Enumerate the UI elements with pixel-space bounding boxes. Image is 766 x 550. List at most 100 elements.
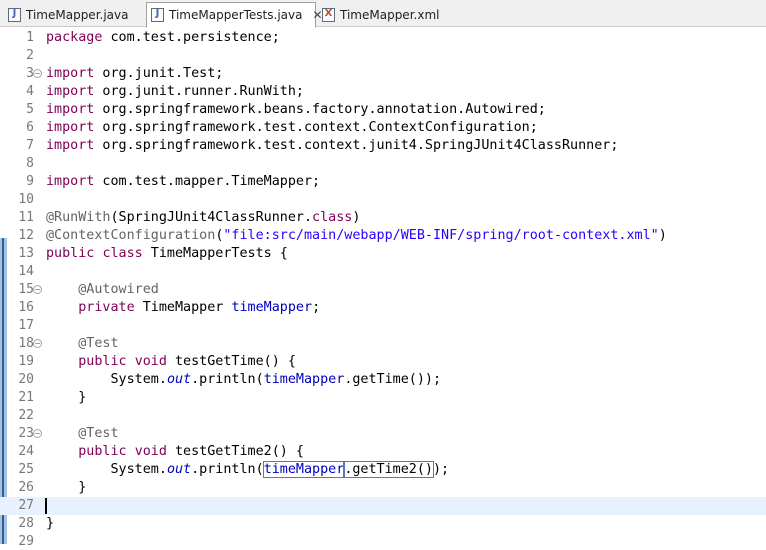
code-token: (SpringJUnit4ClassRunner. <box>110 210 313 225</box>
code-token: timeMapper <box>231 300 313 315</box>
line-number: 24 <box>18 444 34 459</box>
code-token: testGetTime2() { <box>166 444 304 459</box>
fold-toggle-icon[interactable]: − <box>33 285 42 294</box>
tab-timemapper-java[interactable]: J TimeMapper.java <box>4 3 134 27</box>
code-token: } <box>46 516 55 531</box>
fold-toggle-icon[interactable]: − <box>33 429 42 438</box>
code-line[interactable]: 12 @ContextConfiguration("file:src/main/w… <box>0 227 766 245</box>
code-line[interactable]: 15− @Autowired <box>0 281 766 299</box>
line-number: 3 <box>26 66 34 81</box>
code-line[interactable]: 5 import org.springframework.beans.factor… <box>0 101 766 119</box>
code-text: @Test <box>46 335 118 353</box>
tab-timemapper-xml[interactable]: X TimeMapper.xml <box>318 3 440 27</box>
code-token: public <box>46 246 95 261</box>
code-line[interactable]: 2 <box>0 47 766 65</box>
code-text: package com.test.persistence; <box>46 29 280 47</box>
line-number: 11 <box>18 210 34 225</box>
xml-file-icon: X <box>322 8 335 22</box>
code-text: @Autowired <box>46 281 159 299</box>
code-line[interactable]: 28} <box>0 515 766 533</box>
code-line[interactable]: 26 } <box>0 479 766 497</box>
line-number: 5 <box>26 102 34 117</box>
code-text: } <box>46 515 54 533</box>
code-text: import org.junit.Test; <box>46 65 223 83</box>
tab-timemappertests-java[interactable]: J TimeMapperTests.java ✕ <box>146 2 323 28</box>
code-token: } <box>46 480 87 495</box>
code-token: import <box>46 84 95 99</box>
code-token: TimeMapperTests { <box>142 246 288 261</box>
tab-label: TimeMapper.xml <box>340 8 440 22</box>
code-token: .getTime()); <box>344 372 442 387</box>
code-text: @Test <box>46 425 119 443</box>
code-line[interactable]: 1 package com.test.persistence; <box>0 29 766 47</box>
code-token: public <box>78 354 127 369</box>
code-line[interactable]: 10 <box>0 191 766 209</box>
code-token: void <box>134 444 167 459</box>
line-number: 13 <box>18 246 34 261</box>
code-token: import <box>46 138 95 153</box>
code-text: public void testGetTime() { <box>46 353 296 371</box>
code-line[interactable]: 17 <box>0 317 766 335</box>
line-number: 1 <box>26 30 34 45</box>
code-line[interactable]: 27 <box>0 497 766 515</box>
code-line[interactable]: 18− @Test <box>0 335 766 353</box>
code-token: com.test.mapper.TimeMapper; <box>94 174 321 189</box>
code-line[interactable]: 21 } <box>0 389 766 407</box>
code-token: System. <box>46 372 167 387</box>
code-line[interactable]: 8 <box>0 155 766 173</box>
code-token: class <box>102 246 143 261</box>
code-line[interactable]: 23− @Test <box>0 425 766 443</box>
code-token: ) <box>352 210 361 225</box>
code-line[interactable]: 13 public class TimeMapperTests { <box>0 245 766 263</box>
line-number: 7 <box>26 138 34 153</box>
code-line[interactable]: 7 import org.springframework.test.context… <box>0 137 766 155</box>
code-token: "file:src/main/webapp/WEB-INF/spring/roo… <box>223 228 659 243</box>
fold-toggle-icon[interactable]: − <box>33 339 42 348</box>
code-token: .getTime2() <box>343 461 434 478</box>
line-number: 27 <box>18 498 34 513</box>
code-line[interactable]: 11 @RunWith(SpringJUnit4ClassRunner.class… <box>0 209 766 227</box>
code-token: @Test <box>78 426 119 441</box>
code-line[interactable]: 6 import org.springframework.test.context… <box>0 119 766 137</box>
code-text: import org.springframework.test.context.… <box>46 119 538 137</box>
fold-toggle-icon[interactable]: − <box>33 69 42 78</box>
code-line[interactable]: 25 System.out.println(timeMapper.getTime… <box>0 461 766 479</box>
code-line[interactable]: 4 import org.junit.runner.RunWith; <box>0 83 766 101</box>
line-number: 12 <box>18 228 34 243</box>
code-line[interactable]: 24 public void testGetTime2() { <box>0 443 766 461</box>
code-token: private <box>78 300 135 315</box>
code-token: .println( <box>191 462 264 477</box>
code-token: @RunWith <box>46 210 111 225</box>
code-line[interactable]: 19 public void testGetTime() { <box>0 353 766 371</box>
code-line[interactable]: 29 <box>0 533 766 550</box>
code-token: public <box>78 444 127 459</box>
line-number: 18 <box>18 336 34 351</box>
code-token: ) <box>658 228 667 243</box>
code-line[interactable]: 14 <box>0 263 766 281</box>
code-line[interactable]: 20 System.out.println(timeMapper.getTime… <box>0 371 766 389</box>
code-text: } <box>46 389 86 407</box>
code-token: org.springframework.test.context.junit4.… <box>94 138 619 153</box>
code-line[interactable]: 22 <box>0 407 766 425</box>
code-editor[interactable]: 1 package com.test.persistence; 2 3− import … <box>0 28 766 550</box>
code-text: public void testGetTime2() { <box>46 443 304 461</box>
java-file-icon: J <box>151 8 164 22</box>
line-number: 14 <box>18 264 34 279</box>
code-line[interactable]: 3− import org.junit.Test; <box>0 65 766 83</box>
code-token: ; <box>312 300 321 315</box>
code-token: System. <box>46 462 167 477</box>
code-token: org.springframework.beans.factory.annota… <box>94 102 546 117</box>
line-number: 23 <box>18 426 34 441</box>
code-line[interactable]: 9 import com.test.mapper.TimeMapper; <box>0 173 766 191</box>
java-file-icon: J <box>8 8 21 22</box>
code-token: org.junit.runner.RunWith; <box>94 84 304 99</box>
code-line[interactable]: 16 private TimeMapper timeMapper; <box>0 299 766 317</box>
code-token: org.junit.Test; <box>94 66 224 81</box>
code-token: out <box>166 372 192 387</box>
code-text: import org.springframework.beans.factory… <box>46 101 546 119</box>
code-text: import com.test.mapper.TimeMapper; <box>46 173 320 191</box>
